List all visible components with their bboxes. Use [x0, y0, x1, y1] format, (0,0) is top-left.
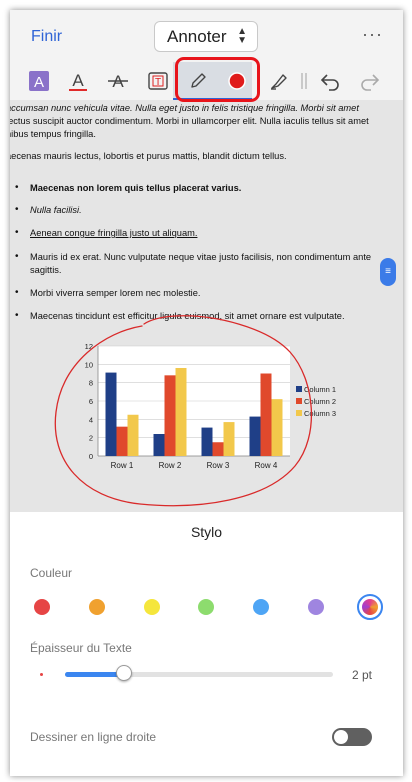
mode-selector[interactable]: Annoter ▲ ▼ — [154, 21, 258, 52]
svg-text:T: T — [155, 77, 161, 88]
highlighter-icon[interactable] — [264, 66, 294, 96]
redo-icon[interactable] — [355, 66, 385, 96]
app-window: Finir Annoter ▲ ▼ ··· A A A T accumsan n… — [10, 10, 403, 776]
highlight-box — [175, 57, 260, 102]
chevron-updown-icon: ▲ ▼ — [237, 26, 247, 46]
x-tick-label: Row 4 — [255, 461, 278, 470]
y-tick-label: 0 — [89, 452, 93, 461]
legend-swatch — [296, 410, 302, 416]
x-tick-label: Row 2 — [159, 461, 182, 470]
color-swatch-blue[interactable] — [253, 599, 269, 615]
bar — [116, 426, 128, 456]
thickness-value: 2 pt — [352, 668, 373, 682]
color-wheel-icon[interactable] — [357, 594, 383, 620]
y-tick-label: 10 — [85, 360, 93, 369]
color-swatch-purple[interactable] — [308, 599, 324, 615]
bar — [271, 399, 283, 456]
bar-chart: 024681012Row 1 Row 2 Row 3 Row 4Column 1Col… — [54, 315, 336, 507]
color-label: Couleur — [30, 566, 73, 580]
bar — [223, 422, 235, 456]
thickness-slider[interactable] — [65, 672, 333, 677]
thickness-label: Épaisseur du Texte — [30, 641, 132, 655]
legend-label: Column 3 — [304, 409, 336, 418]
done-button[interactable]: Finir — [31, 28, 62, 46]
bar — [175, 368, 187, 456]
toggle-knob — [334, 730, 348, 744]
y-tick-label: 4 — [89, 415, 93, 424]
legend-label: Column 2 — [304, 397, 336, 406]
y-tick-label: 12 — [85, 342, 93, 351]
bar — [212, 442, 224, 456]
top-bar: Finir Annoter ▲ ▼ ··· — [10, 10, 403, 62]
text-box-icon[interactable]: T — [143, 66, 173, 96]
bar — [260, 373, 272, 456]
mode-title: Annoter — [167, 26, 227, 46]
bar — [164, 375, 176, 456]
y-tick-label: 8 — [89, 379, 93, 388]
text-color-icon[interactable]: A — [63, 66, 93, 96]
bar — [153, 434, 165, 456]
slider-knob[interactable] — [115, 665, 132, 681]
x-tick-label: Row 1 — [111, 461, 134, 470]
strikethrough-icon[interactable]: A — [103, 66, 133, 96]
toolbar-divider — [297, 66, 311, 96]
color-swatch-orange[interactable] — [89, 599, 105, 615]
more-button[interactable]: ··· — [362, 24, 383, 45]
bar — [249, 416, 261, 456]
undo-icon[interactable] — [315, 66, 345, 96]
svg-text:A: A — [34, 74, 44, 91]
legend-swatch — [296, 398, 302, 404]
straight-line-label: Dessiner en ligne droite — [30, 730, 157, 744]
bar — [105, 372, 117, 456]
sheet-title: Stylo — [190, 524, 223, 540]
highlight-icon[interactable]: A — [24, 66, 54, 96]
legend-swatch — [296, 386, 302, 392]
pen-settings-sheet: Stylo Couleur Épaisseur du Texte 2 pt De… — [10, 512, 403, 776]
svg-text:A: A — [72, 71, 84, 90]
bar — [127, 414, 139, 456]
y-tick-label: 6 — [89, 397, 93, 406]
y-tick-label: 2 — [89, 434, 93, 443]
x-tick-label: Row 3 — [207, 461, 230, 470]
color-swatch-red[interactable] — [34, 599, 50, 615]
color-swatch-green[interactable] — [198, 599, 214, 615]
straight-line-toggle[interactable] — [332, 728, 372, 746]
color-swatch-yellow[interactable] — [144, 599, 160, 615]
bar — [201, 427, 213, 456]
thickness-preview-dot — [40, 673, 43, 676]
document-page[interactable]: accumsan nunc vehicula vitae. Nulla eget… — [10, 100, 403, 512]
